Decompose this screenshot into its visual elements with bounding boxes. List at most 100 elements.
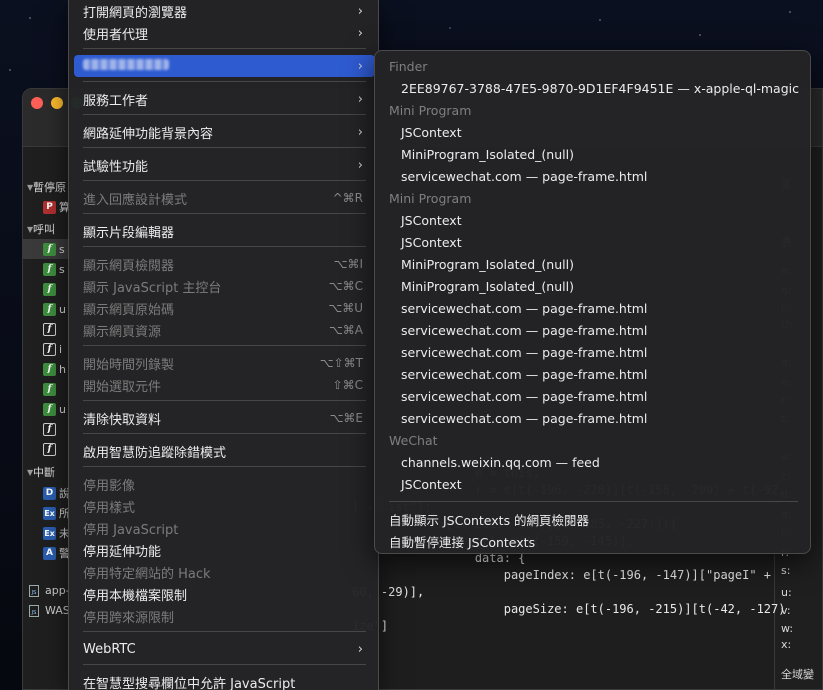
call-frame-row[interactable]: A警	[23, 543, 73, 563]
menu-item[interactable]: 試驗性功能 ›	[74, 154, 375, 176]
menu-item-label: 顯示片段編輯器	[83, 225, 175, 241]
scope-variable-row[interactable]: u:	[781, 586, 792, 599]
menu-item: 顯示 JavaScript 主控台 ⌥⌘C	[74, 275, 375, 297]
call-frame-row[interactable]: f	[23, 319, 73, 339]
menu-item[interactable]: 打開網頁的瀏覽器 ›	[74, 0, 375, 22]
call-frame-row[interactable]: fu	[23, 399, 73, 419]
file-item-label: WAS	[45, 604, 70, 617]
minimize-window-button[interactable]	[51, 97, 63, 109]
submenu-section-finder: Finder	[389, 59, 428, 74]
disclosure-triangle-icon[interactable]: ▼	[23, 225, 33, 234]
submenu-separator	[389, 501, 798, 502]
submenu-item[interactable]: JSContext	[401, 235, 462, 250]
call-frame-row[interactable]: fu	[23, 299, 73, 319]
call-frame-row[interactable]: Ex 所	[23, 503, 73, 523]
submenu-item[interactable]: servicewechat.com — page-frame.html	[401, 389, 647, 404]
submenu-item[interactable]: MiniProgram_Isolated_(null)	[401, 257, 574, 272]
tree-group-header[interactable]: ▼ 暫停原	[23, 177, 73, 197]
js-file-icon: JS	[29, 584, 39, 597]
tree-row-label: i	[59, 342, 63, 356]
submenu-item[interactable]: servicewechat.com — page-frame.html	[401, 367, 647, 382]
js-file-icon: JS	[29, 604, 39, 617]
call-frame-row[interactable]: P算	[23, 197, 73, 217]
menu-item-label: 停用樣式	[83, 500, 136, 516]
call-frame-row[interactable]: D說	[23, 483, 73, 503]
tree-group-header[interactable]: ▼ 呼叫	[23, 219, 73, 239]
menu-item: 停用 JavaScript	[74, 517, 375, 539]
submenu-item[interactable]: servicewechat.com — page-frame.html	[401, 345, 647, 360]
disclosure-triangle-icon[interactable]: ▼	[23, 183, 33, 192]
menu-item[interactable]: 服務工作者 ›	[74, 88, 375, 110]
call-frame-row[interactable]: f	[23, 419, 73, 439]
tree-row-label: 中斷	[33, 466, 55, 479]
menu-item[interactable]: ›	[74, 55, 375, 77]
menu-item[interactable]: 停用延伸功能	[74, 539, 375, 561]
submenu-item[interactable]: MiniProgram_Isolated_(null)	[401, 279, 574, 294]
call-frame-row[interactable]: fi	[23, 339, 73, 359]
menu-item-label: 顯示網頁原始碼	[83, 302, 175, 318]
submenu-item[interactable]: servicewechat.com — page-frame.html	[401, 169, 647, 184]
menu-separator	[83, 213, 366, 214]
chevron-right-icon: ›	[357, 58, 363, 74]
menu-item-label: 停用跨來源限制	[83, 610, 175, 626]
menu-item-label: 停用延伸功能	[83, 544, 162, 560]
submenu-item[interactable]: channels.weixin.qq.com — feed	[401, 455, 600, 470]
menu-item: 開始時間列錄製 ⌥⇧⌘T	[74, 352, 375, 374]
submenu-section-mini-program: Mini Program	[389, 191, 472, 206]
submenu-item[interactable]: servicewechat.com — page-frame.html	[401, 411, 647, 426]
tree-group-header[interactable]: ▼ 中斷	[23, 462, 73, 482]
redacted-device-name	[83, 58, 169, 70]
submenu-item-finder[interactable]: 2EE89767-3788-47E5-9870-9D1EF4F9451E — x…	[401, 81, 799, 96]
call-frame-row[interactable]: f	[23, 279, 73, 299]
menu-item[interactable]: 網路延伸功能背景內容 ›	[74, 121, 375, 143]
submenu-item[interactable]: JSContext	[401, 125, 462, 140]
menu-item[interactable]: WebRTC ›	[74, 638, 375, 660]
call-frame-row[interactable]: fh	[23, 359, 73, 379]
menu-item-shortcut: ^⌘R	[332, 191, 363, 205]
menu-item[interactable]: 顯示片段編輯器	[74, 220, 375, 242]
frame-type-icon: f	[43, 362, 56, 376]
close-window-button[interactable]	[31, 97, 43, 109]
file-item[interactable]: JS WAS	[29, 604, 70, 617]
scope-variable-row[interactable]: x:	[781, 638, 791, 651]
menu-item-shortcut: ⌥⌘U	[328, 301, 363, 315]
submenu-item[interactable]: JSContext	[401, 477, 462, 492]
menu-item-label: WebRTC	[83, 641, 136, 657]
call-frame-row[interactable]: Ex 未	[23, 523, 73, 543]
menu-item[interactable]: 使用者代理 ›	[74, 22, 375, 44]
menu-item-label: 清除快取資料	[83, 412, 162, 428]
call-frame-row[interactable]: f	[23, 439, 73, 459]
menu-item[interactable]: 停用本機檔案限制	[74, 583, 375, 605]
file-item[interactable]: JS app-	[29, 584, 70, 597]
call-frame-row[interactable]: fs	[23, 239, 73, 259]
submenu-item[interactable]: servicewechat.com — page-frame.html	[401, 301, 647, 316]
menu-item-label	[83, 58, 358, 74]
disclosure-triangle-icon[interactable]: ▼	[23, 468, 33, 477]
menu-item-shortcut: ⌥⌘I	[333, 257, 363, 271]
scope-variable-label: 全域變	[781, 668, 814, 681]
menu-item[interactable]: 啟用智慧防追蹤除錯模式	[74, 440, 375, 462]
file-item-label: app-	[45, 584, 70, 597]
call-frame-row[interactable]: fs	[23, 259, 73, 279]
submenu-action-auto-pause[interactable]: 自動暫停連接 JSContexts	[389, 532, 535, 551]
menu-item[interactable]: 在智慧型搜尋欄位中允許 JavaScript	[74, 671, 375, 690]
submenu-item[interactable]: servicewechat.com — page-frame.html	[401, 323, 647, 338]
menu-item-shortcut: ⌥⇧⌘T	[319, 356, 363, 370]
submenu-item[interactable]: JSContext	[401, 213, 462, 228]
menu-item: 停用影像	[74, 473, 375, 495]
frame-type-icon: f	[43, 382, 56, 396]
scope-variable-row[interactable]: w:	[781, 622, 793, 635]
chevron-right-icon: ›	[357, 3, 363, 19]
menu-item-label: 停用 JavaScript	[83, 522, 179, 538]
menu-item[interactable]: 清除快取資料 ⌥⌘E	[74, 407, 375, 429]
menu-item-label: 開始選取元件	[83, 379, 162, 395]
frame-type-icon: f	[43, 322, 56, 336]
scope-variable-row[interactable]: s:	[781, 564, 790, 577]
submenu-action-auto-show-inspector[interactable]: 自動顯示 JSContexts 的網頁檢閱器	[389, 510, 589, 529]
menu-item-label: 啟用智慧防追蹤除錯模式	[83, 445, 227, 461]
submenu-item[interactable]: MiniProgram_Isolated_(null)	[401, 147, 574, 162]
chevron-right-icon: ›	[357, 157, 363, 173]
call-frame-row[interactable]: f	[23, 379, 73, 399]
scope-variable-row[interactable]: 全域變	[781, 666, 814, 682]
menu-item: 顯示網頁原始碼 ⌥⌘U	[74, 297, 375, 319]
